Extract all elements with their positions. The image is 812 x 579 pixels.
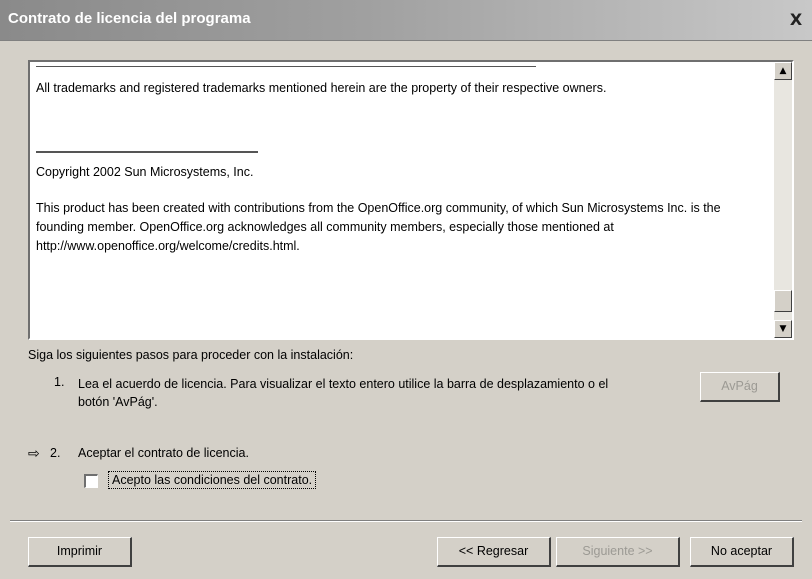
- step1-number: 1.: [54, 375, 65, 389]
- step2-text: Aceptar el contrato de licencia.: [78, 446, 249, 460]
- license-dialog: Contrato de licencia del programa X All …: [0, 0, 812, 579]
- steps-heading: Siga los siguientes pasos para proceder …: [28, 348, 354, 362]
- scroll-down-icon[interactable]: ▼: [774, 320, 792, 338]
- product-paragraph: This product has been created with contr…: [36, 201, 721, 253]
- back-button[interactable]: << Regresar: [437, 537, 551, 567]
- close-icon[interactable]: X: [786, 10, 806, 30]
- page-down-button[interactable]: AvPág: [700, 372, 780, 402]
- top-divider: [36, 66, 536, 67]
- section-divider: [36, 151, 258, 153]
- license-text-content: All trademarks and registered trademarks…: [36, 66, 766, 334]
- license-text-box[interactable]: All trademarks and registered trademarks…: [28, 60, 794, 340]
- decline-button[interactable]: No aceptar: [690, 537, 794, 567]
- trademarks-paragraph: All trademarks and registered trademarks…: [36, 81, 607, 95]
- step2-number: 2.: [50, 446, 61, 460]
- window-title: Contrato de licencia del programa: [8, 10, 251, 27]
- accept-checkbox-label[interactable]: Acepto las condiciones del contrato.: [108, 471, 317, 489]
- vertical-scrollbar[interactable]: ▲ ▼: [774, 62, 792, 338]
- copyright-paragraph: Copyright 2002 Sun Microsystems, Inc.: [36, 165, 254, 179]
- next-button[interactable]: Siguiente >>: [556, 537, 680, 567]
- title-bar: Contrato de licencia del programa X: [0, 0, 812, 41]
- current-step-arrow-icon: ⇨: [28, 445, 40, 461]
- scroll-up-icon[interactable]: ▲: [774, 62, 792, 80]
- print-button[interactable]: Imprimir: [28, 537, 132, 567]
- scroll-thumb[interactable]: [774, 290, 792, 312]
- step1-text: Lea el acuerdo de licencia. Para visuali…: [78, 377, 609, 409]
- accept-checkbox[interactable]: [84, 474, 98, 488]
- footer-divider: [10, 520, 802, 522]
